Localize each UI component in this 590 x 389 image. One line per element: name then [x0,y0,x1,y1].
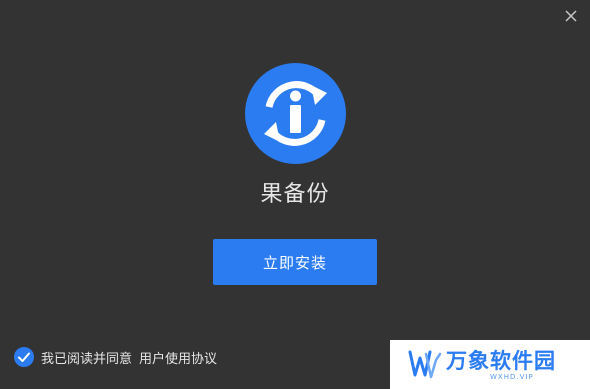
agreement-row: 我已阅读并同意 用户使用协议 [14,347,217,367]
watermark: 万象软件园 WXHD.VIP [390,340,590,389]
watermark-domain: WXHD.VIP [490,373,534,381]
watermark-logo-icon [408,350,442,379]
app-logo-icon [245,63,346,164]
close-button[interactable] [562,7,580,25]
agreement-text: 我已阅读并同意 [41,351,133,367]
checkbox-checked-icon [14,347,34,367]
agreement-checkbox[interactable] [14,347,34,367]
installer-window: 果备份 立即安装 我已阅读并同意 用户使用协议 万象软件园 WXHD.VIP [0,0,590,389]
user-agreement-link[interactable]: 用户使用协议 [139,348,217,367]
watermark-name: 万象软件园 [446,349,556,373]
close-icon [565,10,577,22]
app-name: 果备份 [260,182,330,207]
install-button[interactable]: 立即安装 [213,239,377,285]
